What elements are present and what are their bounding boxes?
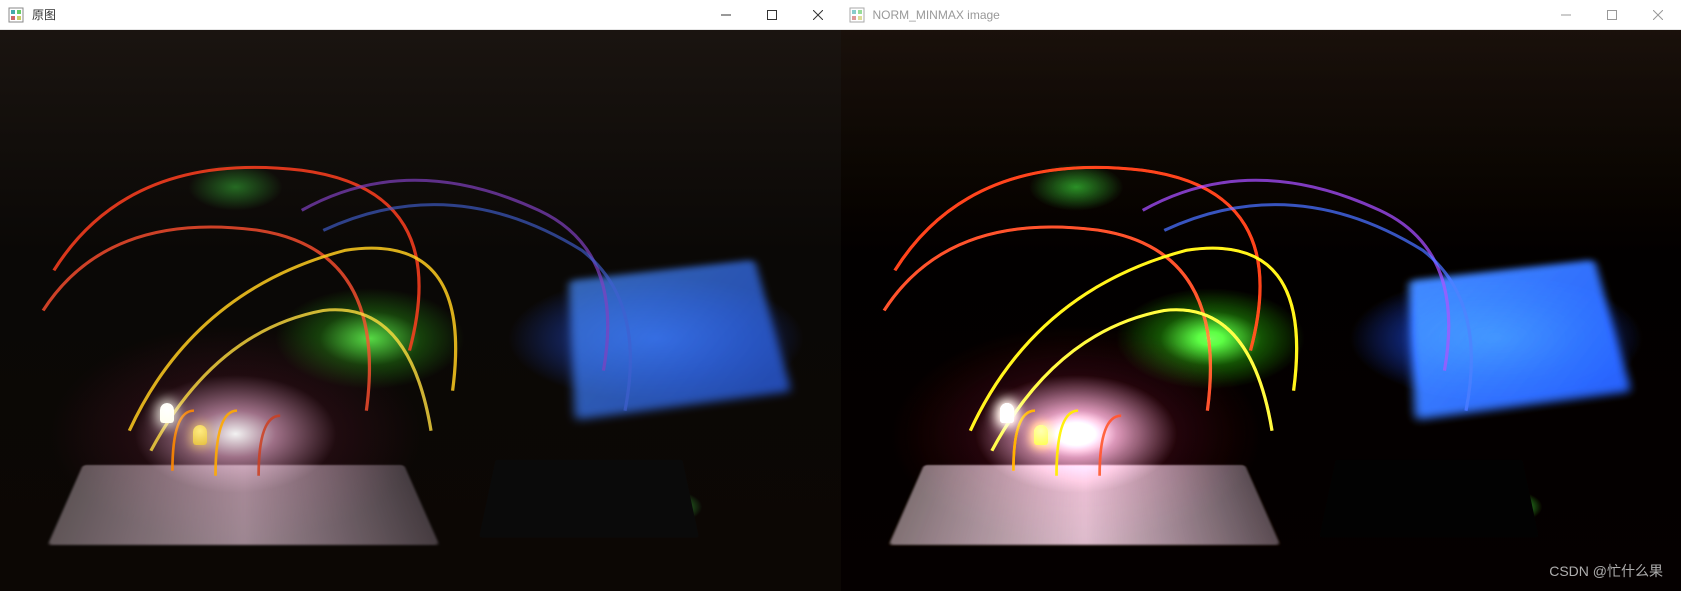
maximize-button[interactable]	[1589, 0, 1635, 29]
image-content-left	[0, 30, 841, 591]
scene-normalized	[841, 30, 1681, 591]
minimize-button[interactable]	[703, 0, 749, 29]
close-button[interactable]	[1635, 0, 1681, 29]
led-white	[160, 403, 174, 423]
wires	[0, 30, 841, 591]
scene-original	[0, 30, 841, 591]
minimize-button[interactable]	[1543, 0, 1589, 29]
titlebar-left[interactable]: 原图	[0, 0, 841, 30]
led-yellow	[1034, 425, 1048, 445]
window-controls-right	[1543, 0, 1681, 29]
maximize-button[interactable]	[749, 0, 795, 29]
image-content-right	[841, 30, 1681, 591]
window-title-right: NORM_MINMAX image	[873, 8, 1544, 22]
window-normalized: NORM_MINMAX image	[841, 0, 1681, 591]
close-button[interactable]	[795, 0, 841, 29]
wires	[841, 30, 1681, 591]
titlebar-right[interactable]: NORM_MINMAX image	[841, 0, 1681, 30]
window-title-left: 原图	[32, 6, 703, 23]
led-white	[1000, 403, 1014, 423]
app-icon	[849, 7, 865, 23]
window-original: 原图	[0, 0, 841, 591]
led-yellow	[193, 425, 207, 445]
app-icon	[8, 7, 24, 23]
window-controls-left	[703, 0, 841, 29]
